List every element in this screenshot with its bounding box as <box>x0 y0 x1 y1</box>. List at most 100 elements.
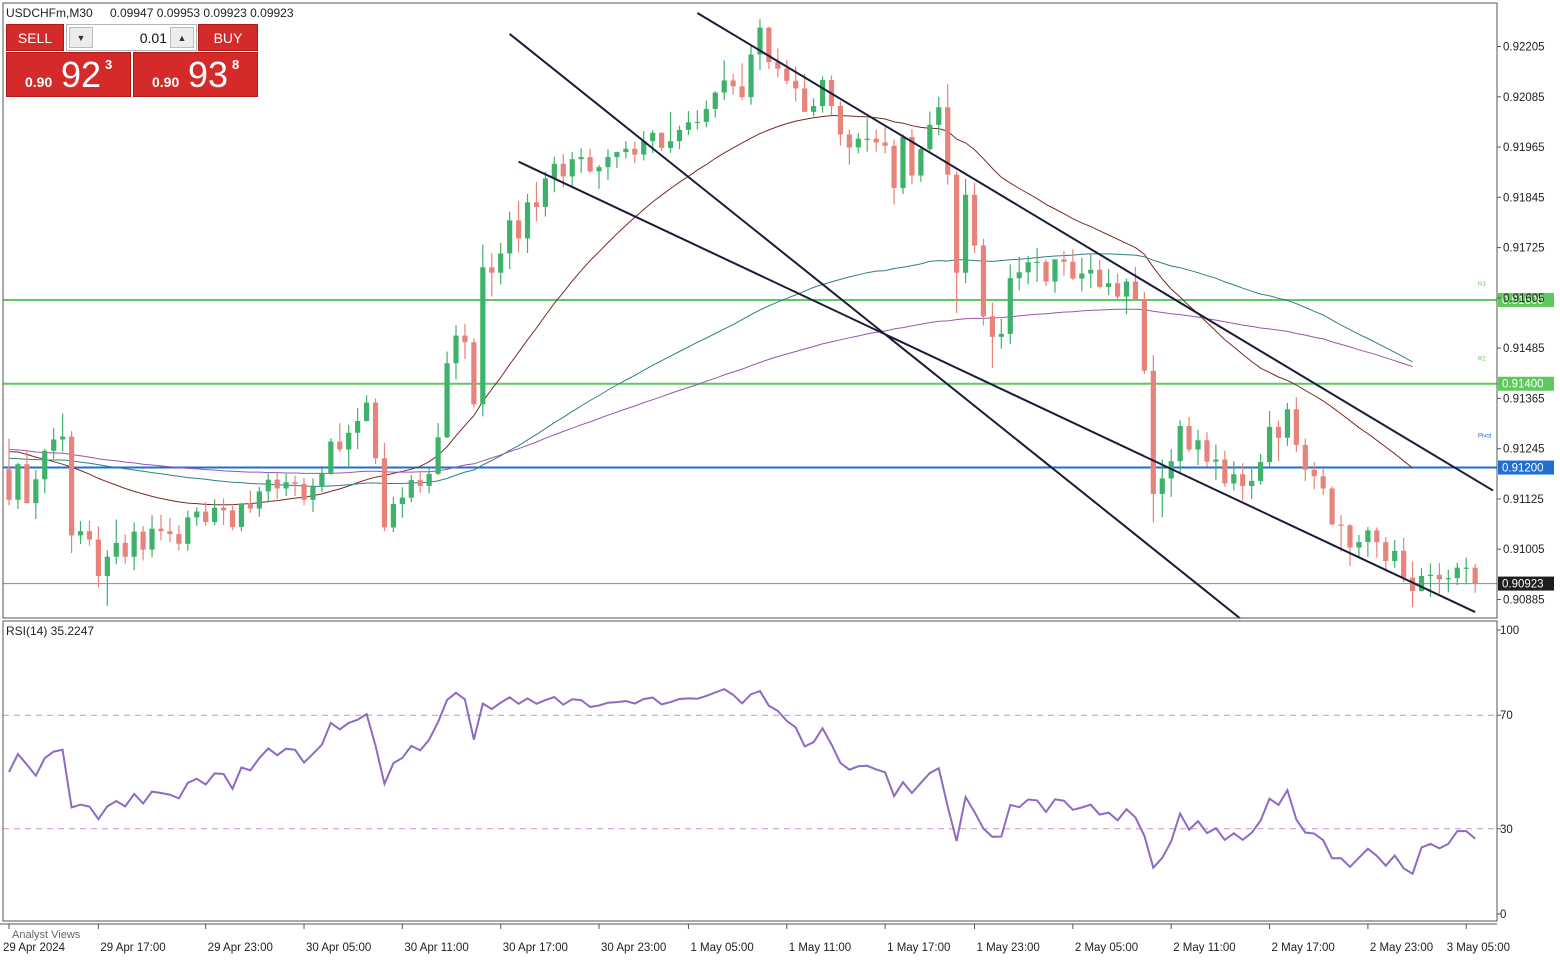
candle <box>68 431 75 553</box>
candle-body <box>1141 299 1147 371</box>
candle-body <box>650 132 656 142</box>
time-tick-label: 30 Apr 23:00 <box>601 942 666 954</box>
time-tick-label: 2 May 05:00 <box>1075 942 1138 954</box>
candle-body <box>310 486 316 500</box>
candle-body <box>667 141 674 148</box>
candle-body <box>1401 550 1407 578</box>
sell-price-big: 92 <box>61 54 102 95</box>
candle-body <box>605 157 611 168</box>
candle-body <box>346 432 352 450</box>
lot-size-input[interactable] <box>97 28 167 47</box>
level-price-label-r2: 0.91400 <box>1502 379 1544 391</box>
time-tick-label: 30 Apr 05:00 <box>306 942 371 954</box>
candle-body <box>247 503 253 509</box>
sell-price-button[interactable]: 0.90 92 3 <box>6 52 131 97</box>
candle-body <box>453 335 459 364</box>
candle-body <box>408 480 414 498</box>
buy-price-button[interactable]: 0.90 93 8 <box>133 52 258 97</box>
candle <box>1329 486 1335 525</box>
chart-canvas[interactable]: R3R2Pivot 0.916000.914000.912000.909230.… <box>0 0 1560 960</box>
candle-body <box>1213 459 1219 462</box>
candle-body <box>399 497 405 504</box>
candle-body <box>846 134 852 148</box>
candle-body <box>730 80 736 87</box>
analyst-views-label: Analyst Views <box>12 929 81 941</box>
candle-body <box>1347 525 1353 548</box>
candle <box>471 338 477 408</box>
candle-body <box>748 54 754 98</box>
candle-body <box>685 122 692 130</box>
candle-body <box>1293 409 1299 445</box>
candle-body <box>355 421 361 433</box>
candle-body <box>1329 488 1335 525</box>
candle-body <box>15 464 21 500</box>
candle-body <box>1195 440 1201 450</box>
candle-body <box>42 450 48 480</box>
candle-body <box>971 194 978 246</box>
candle-body <box>1284 409 1291 438</box>
lot-decrease-button[interactable]: ▼ <box>69 27 93 48</box>
candle-body <box>185 517 191 544</box>
one-click-trade-panel: SELL ▼ ▲ BUY 0.90 92 3 0.90 93 8 <box>6 24 258 98</box>
candle <box>1141 291 1147 375</box>
candle-body <box>900 136 906 189</box>
candle-body <box>1177 426 1183 462</box>
lot-size-stepper[interactable]: ▼ ▲ <box>66 24 197 51</box>
candle-body <box>1383 542 1389 561</box>
symbol-label: USDCHFm,M30 <box>6 6 93 20</box>
candle-body <box>819 80 826 106</box>
candle-body <box>569 159 575 177</box>
candle-body <box>1365 530 1371 543</box>
candle <box>480 244 486 417</box>
candle-body <box>1320 476 1326 489</box>
candle-body <box>1356 542 1362 548</box>
candle-body <box>954 174 960 273</box>
candle-body <box>426 473 432 486</box>
candle-body <box>1106 283 1112 287</box>
time-tick-label: 1 May 23:00 <box>977 942 1040 954</box>
candle-body <box>51 439 57 451</box>
candle <box>444 351 450 439</box>
time-tick-label: 2 May 17:00 <box>1272 942 1335 954</box>
time-tick-label: 29 Apr 17:00 <box>100 942 165 954</box>
candle-body <box>614 152 620 158</box>
candle-body <box>989 316 995 337</box>
candle-body <box>1231 474 1237 484</box>
candle-body <box>927 124 933 150</box>
lot-increase-button[interactable]: ▲ <box>170 27 194 48</box>
candle-body <box>176 534 182 544</box>
candle-body <box>489 267 495 273</box>
candle-body <box>1454 567 1460 579</box>
candle-body <box>1061 259 1067 262</box>
candle-body <box>507 220 513 254</box>
candle-body <box>1249 480 1255 486</box>
candle-body <box>1088 269 1094 274</box>
rsi-tick-label: 0 <box>1500 909 1506 921</box>
candle-body <box>1240 474 1246 486</box>
buy-button[interactable]: BUY <box>198 24 258 51</box>
sell-button[interactable]: SELL <box>6 24 64 51</box>
sell-price-prefix: 0.90 <box>25 74 53 90</box>
time-tick-label: 30 Apr 11:00 <box>404 942 468 954</box>
candle <box>748 45 754 105</box>
candle-body <box>864 138 870 140</box>
candle-body <box>158 528 164 532</box>
candle-body <box>95 539 101 577</box>
candle-body <box>802 88 808 112</box>
candle <box>238 502 245 532</box>
candle-body <box>1025 262 1031 273</box>
candle-body <box>1052 259 1058 282</box>
candle-body <box>113 542 119 557</box>
candle-body <box>1043 261 1049 282</box>
candle-body <box>1338 524 1344 526</box>
price-tick-label: 0.91005 <box>1503 544 1545 556</box>
candle-body <box>623 148 629 153</box>
candle <box>980 238 987 326</box>
candle-body <box>319 473 325 487</box>
candle-body <box>104 556 110 577</box>
price-tick-label: 0.91485 <box>1503 343 1545 355</box>
candle-body <box>837 105 844 135</box>
candle-body <box>265 479 271 492</box>
candle-body <box>1007 278 1013 334</box>
candle-body <box>578 157 584 160</box>
